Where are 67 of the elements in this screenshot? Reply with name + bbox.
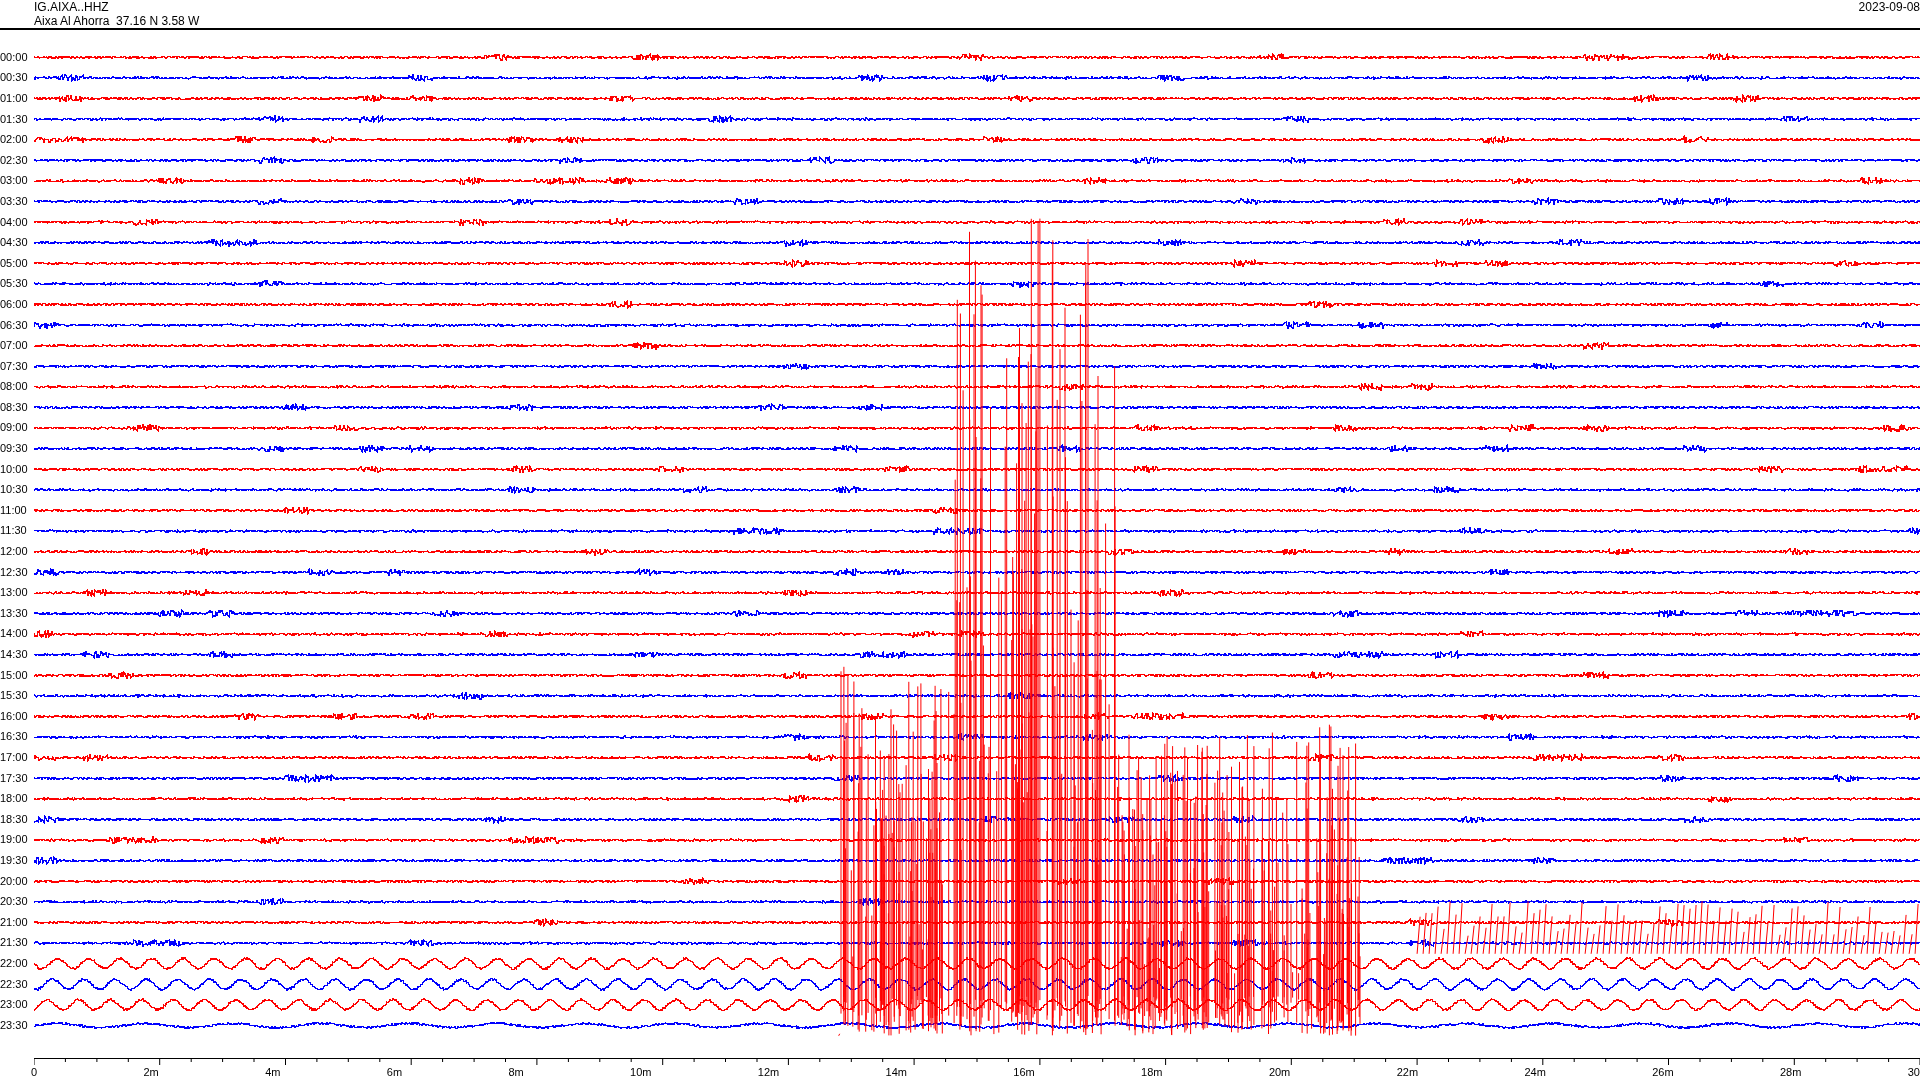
time-label: 04:30	[0, 237, 28, 249]
axis-tick-label: 8m	[508, 1066, 524, 1078]
time-label: 02:30	[0, 154, 28, 166]
time-label: 18:30	[0, 813, 28, 825]
time-label: 12:30	[0, 566, 28, 578]
time-label: 23:00	[0, 999, 28, 1011]
time-label: 13:00	[0, 587, 28, 599]
time-label: 13:30	[0, 607, 28, 619]
time-label: 22:00	[0, 957, 28, 969]
axis-tick-label: 2m	[143, 1066, 159, 1078]
time-label: 21:00	[0, 916, 28, 928]
time-label: 07:00	[0, 340, 28, 352]
time-label: 06:30	[0, 319, 28, 331]
time-label: 00:30	[0, 72, 28, 84]
time-label: 10:30	[0, 484, 28, 496]
time-label: 21:30	[0, 937, 28, 949]
time-label: 16:00	[0, 710, 28, 722]
axis-tick-label: 6m	[386, 1066, 403, 1078]
axis-tick-label: 18m	[1141, 1066, 1163, 1078]
time-label: 01:30	[0, 113, 28, 125]
station-code: IG.AIXA..HHZ	[34, 0, 110, 14]
time-label: 18:00	[0, 793, 28, 805]
station-location: Aixa Al Ahorra 37.16 N 3.58 W	[34, 14, 200, 28]
plot-date: 2023-09-08	[1858, 0, 1920, 16]
axis-tick-label: 16m	[1013, 1066, 1035, 1078]
time-label: 07:30	[0, 360, 28, 372]
time-label: 10:00	[0, 463, 28, 475]
time-label: 09:30	[0, 443, 28, 455]
axis-tick-label: 4m	[265, 1066, 281, 1078]
time-label: 03:30	[0, 195, 28, 207]
time-label: 08:30	[0, 401, 28, 413]
axis-tick-label: 14m	[885, 1066, 907, 1078]
axis-tick-label: 28m	[1779, 1066, 1802, 1078]
time-label: 15:00	[0, 669, 28, 681]
axis-tick-label: 26m	[1652, 1066, 1674, 1078]
axis-tick-label: 22m	[1396, 1066, 1419, 1078]
time-label: 22:30	[0, 978, 28, 990]
time-label: 06:00	[0, 298, 28, 310]
time-label: 14:30	[0, 649, 28, 660]
axis-tick-label: 20m	[1268, 1066, 1291, 1078]
axis-tick-label: 12m	[757, 1066, 780, 1078]
time-label: 08:00	[0, 381, 28, 393]
time-label: 12:00	[0, 546, 28, 558]
time-label: 05:00	[0, 257, 28, 269]
time-label: 15:30	[0, 690, 28, 702]
time-label: 02:00	[0, 134, 28, 146]
axis-tick-label: 24m	[1524, 1066, 1546, 1078]
time-label: 11:30	[0, 525, 27, 537]
time-label: 20:30	[0, 896, 28, 908]
time-label: 04:00	[0, 216, 28, 228]
time-label: 19:00	[0, 834, 28, 846]
time-label: 00:00	[0, 51, 28, 63]
axis-tick-label: 10m	[630, 1066, 652, 1078]
time-label: 17:30	[0, 772, 28, 784]
time-label: 09:00	[0, 422, 28, 434]
time-label: 16:30	[0, 731, 28, 743]
axis-tick-label: 30	[1907, 1066, 1920, 1078]
time-label: 11:00	[0, 504, 27, 516]
time-label: 05:30	[0, 278, 28, 290]
time-label: 03:00	[0, 175, 28, 187]
time-label: 14:00	[0, 628, 28, 640]
time-label: 19:30	[0, 854, 28, 866]
time-label: 20:00	[0, 875, 28, 887]
time-label: 17:00	[0, 752, 28, 763]
time-label: 01:00	[0, 93, 28, 104]
axis-tick-label: 0	[31, 1066, 38, 1078]
time-label: 23:30	[0, 1019, 28, 1031]
